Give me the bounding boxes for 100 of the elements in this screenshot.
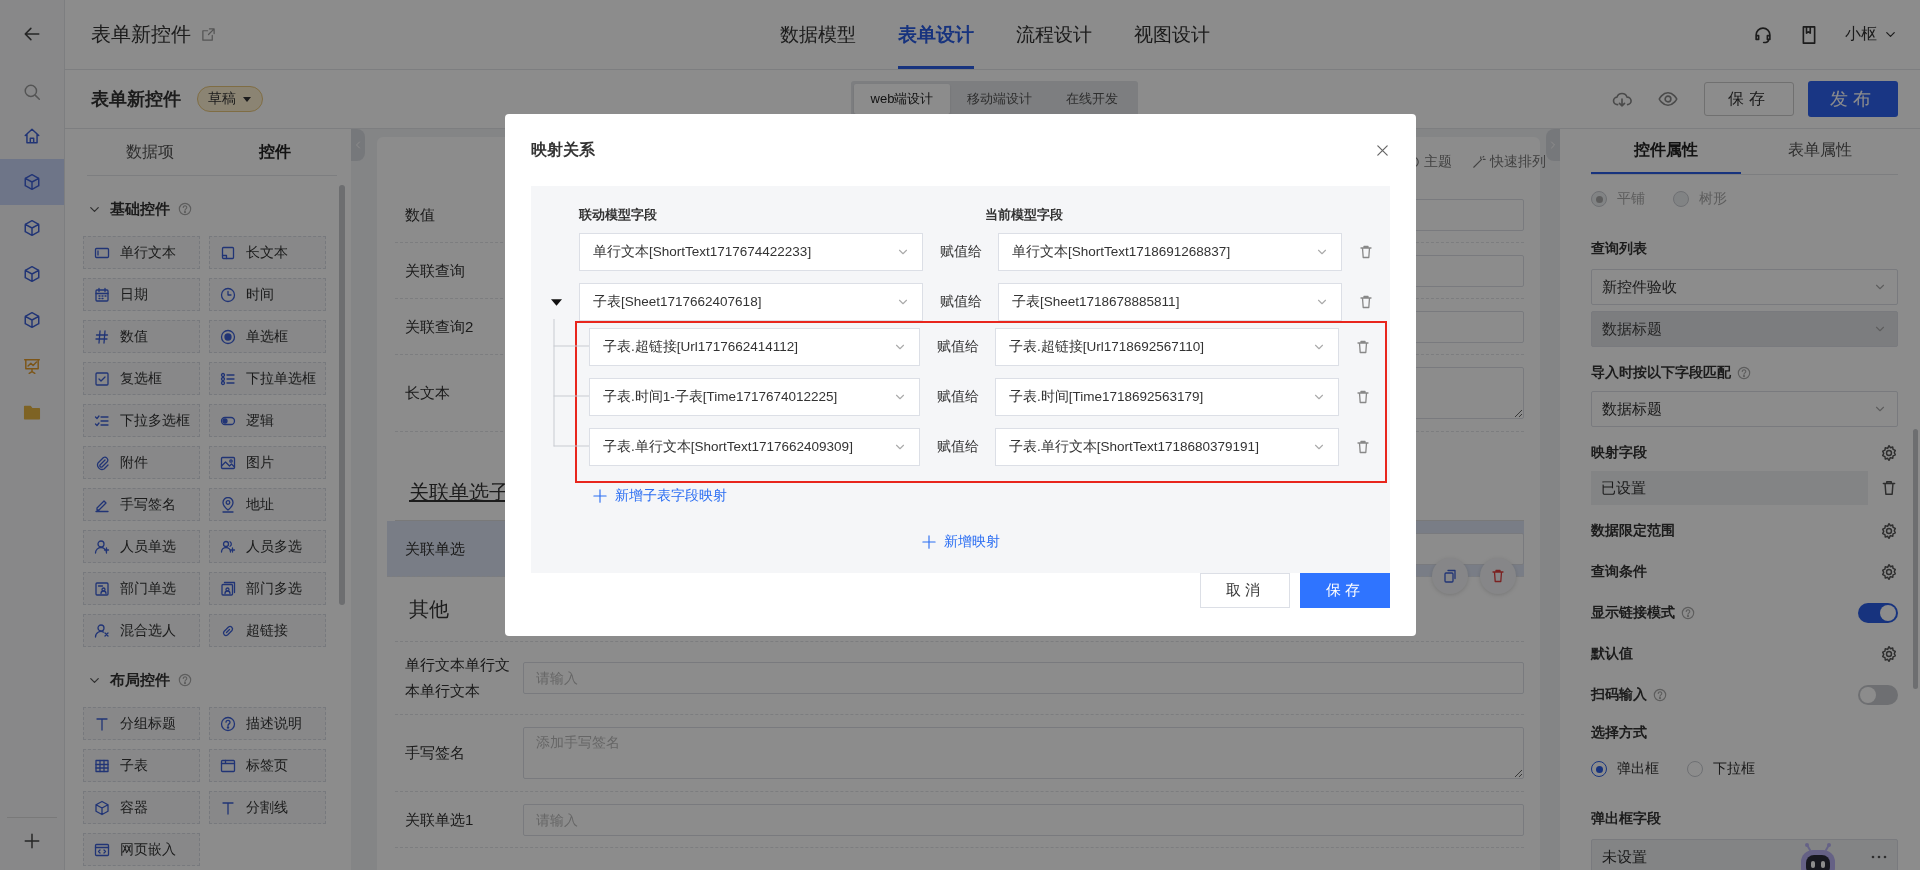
panel-tab[interactable]: 表单属性 — [1741, 129, 1898, 174]
control-item[interactable]: 超链接 — [209, 614, 326, 647]
scrollbar[interactable] — [1913, 429, 1918, 689]
save-button[interactable]: 保存 — [1704, 82, 1794, 116]
select-field[interactable]: 单行文本[ShortText1718691268837] — [998, 233, 1342, 271]
status-dropdown[interactable]: 草稿 — [197, 86, 263, 112]
control-item[interactable]: 逻辑 — [209, 404, 326, 437]
eye-icon[interactable] — [1658, 89, 1678, 109]
add-child-mapping-link[interactable]: 新增子表字段映射 — [593, 487, 727, 505]
add-mapping-link[interactable]: 新增映射 — [921, 533, 1048, 551]
help-icon[interactable] — [1681, 606, 1695, 620]
delete-icon[interactable] — [1355, 339, 1371, 355]
select-field[interactable]: 新控件验收 — [1591, 269, 1898, 305]
control-item[interactable]: 分割线 — [209, 791, 326, 824]
control-item[interactable]: 长文本 — [209, 236, 326, 269]
toggle-switch[interactable] — [1858, 603, 1898, 623]
control-item[interactable]: 部门多选 — [209, 572, 326, 605]
control-item[interactable]: 附件 — [83, 446, 200, 479]
control-item[interactable]: 下拉多选框 — [83, 404, 200, 437]
field-label: 关联查询2 — [405, 316, 475, 337]
control-item[interactable]: 复选框 — [83, 362, 200, 395]
panel-tab[interactable]: 控件属性 — [1591, 129, 1741, 174]
control-item[interactable]: 混合选人 — [83, 614, 200, 647]
copy-button[interactable] — [1432, 558, 1468, 594]
toggle-switch[interactable] — [1858, 685, 1898, 705]
control-item[interactable]: 下拉单选框 — [209, 362, 326, 395]
cancel-button[interactable]: 取消 — [1200, 573, 1290, 608]
user-menu[interactable]: 小枢 — [1845, 24, 1898, 45]
select-field[interactable]: 单行文本[ShortText1717674422233] — [579, 233, 923, 271]
delete-icon[interactable] — [1880, 479, 1898, 497]
delete-icon[interactable] — [1358, 244, 1374, 260]
mode-tab[interactable]: 在线开发 — [1049, 84, 1136, 114]
mode-tab[interactable]: 移动端设计 — [950, 84, 1050, 114]
robot-icon[interactable] — [1798, 842, 1838, 870]
control-item[interactable]: 容器 — [83, 791, 200, 824]
mode-tab[interactable]: web端设计 — [853, 84, 951, 114]
back-arrow-icon[interactable] — [23, 25, 41, 43]
control-item[interactable]: 描述说明 — [209, 707, 326, 740]
presentation-chart-icon — [23, 357, 41, 375]
control-item[interactable]: 图片 — [209, 446, 326, 479]
panel-tab[interactable]: 数据项 — [87, 129, 212, 175]
control-item[interactable]: 人员单选 — [83, 530, 200, 563]
delete-icon[interactable] — [1355, 439, 1371, 455]
publish-button[interactable]: 发布 — [1808, 81, 1898, 117]
control-label: 地址 — [246, 495, 274, 514]
control-item[interactable]: 人员多选 — [209, 530, 326, 563]
control-item[interactable]: 部门单选 — [83, 572, 200, 605]
radio-option[interactable]: 弹出框 — [1591, 760, 1659, 778]
external-link-icon[interactable] — [201, 27, 216, 42]
settings-icon[interactable] — [1880, 444, 1898, 462]
nav-tab[interactable]: 流程设计 — [1015, 0, 1092, 69]
search-icon[interactable] — [23, 83, 41, 101]
more-icon[interactable] — [1871, 855, 1887, 859]
select-field[interactable]: 子表.超链接[Url1718692567110] — [995, 328, 1339, 366]
settings-icon[interactable] — [1880, 563, 1898, 581]
help-icon[interactable] — [1653, 688, 1667, 702]
panel-tab[interactable]: 控件 — [212, 129, 337, 175]
select-field[interactable]: 子表.单行文本[ShortText1717662409309] — [589, 428, 920, 466]
picker-field[interactable]: 未设置 — [1591, 839, 1898, 870]
select-field[interactable]: 子表[Sheet1717662407618] — [579, 283, 923, 321]
control-item[interactable]: 时间 — [209, 278, 326, 311]
trash-icon — [1490, 568, 1506, 584]
settings-icon[interactable] — [1880, 645, 1898, 663]
plus-icon[interactable] — [23, 832, 41, 850]
control-item[interactable]: 标签页 — [209, 749, 326, 782]
delete-icon[interactable] — [1358, 294, 1374, 310]
select-field[interactable]: 子表.时间[Time1718692563179] — [995, 378, 1339, 416]
settings-icon[interactable] — [1880, 522, 1898, 540]
control-item[interactable]: 网页嵌入 — [83, 833, 200, 866]
help-icon[interactable] — [178, 673, 192, 687]
form-name: 表单新控件 — [91, 88, 181, 111]
expand-triangle-icon[interactable] — [551, 296, 562, 308]
select-field[interactable]: 数据标题 — [1591, 391, 1898, 427]
select-field[interactable]: 子表.单行文本[ShortText1718680379191] — [995, 428, 1339, 466]
control-label: 下拉单选框 — [246, 369, 316, 388]
scrollbar[interactable] — [339, 185, 345, 605]
delete-icon[interactable] — [1355, 389, 1371, 405]
select-field[interactable]: 子表[Sheet1718678885811] — [998, 283, 1342, 321]
delete-button[interactable] — [1480, 558, 1516, 594]
radio-option[interactable]: 下拉框 — [1687, 760, 1755, 778]
toolbar-link[interactable]: 快速排列 — [1472, 153, 1546, 171]
help-icon[interactable] — [178, 202, 192, 216]
control-item[interactable]: 地址 — [209, 488, 326, 521]
control-item[interactable]: 手写签名 — [83, 488, 200, 521]
control-item[interactable]: 日期 — [83, 278, 200, 311]
select-field[interactable]: 子表.超链接[Url1717662414112] — [589, 328, 920, 366]
help-icon[interactable] — [1737, 366, 1751, 380]
close-icon[interactable] — [1375, 142, 1390, 158]
control-item[interactable]: 单选框 — [209, 320, 326, 353]
control-item[interactable]: 单行文本 — [83, 236, 200, 269]
person-icon — [94, 538, 110, 555]
control-item[interactable]: 分组标题 — [83, 707, 200, 740]
control-item[interactable]: 数值 — [83, 320, 200, 353]
save-button[interactable]: 保存 — [1300, 573, 1390, 608]
nav-tab[interactable]: 视图设计 — [1133, 0, 1210, 69]
headset-icon[interactable] — [1753, 24, 1773, 45]
control-item[interactable]: 子表 — [83, 749, 200, 782]
select-field[interactable]: 子表.时间1-子表[Time1717674012225] — [589, 378, 920, 416]
nav-item[interactable] — [0, 159, 64, 205]
nav-tab[interactable]: 数据模型 — [779, 0, 856, 69]
